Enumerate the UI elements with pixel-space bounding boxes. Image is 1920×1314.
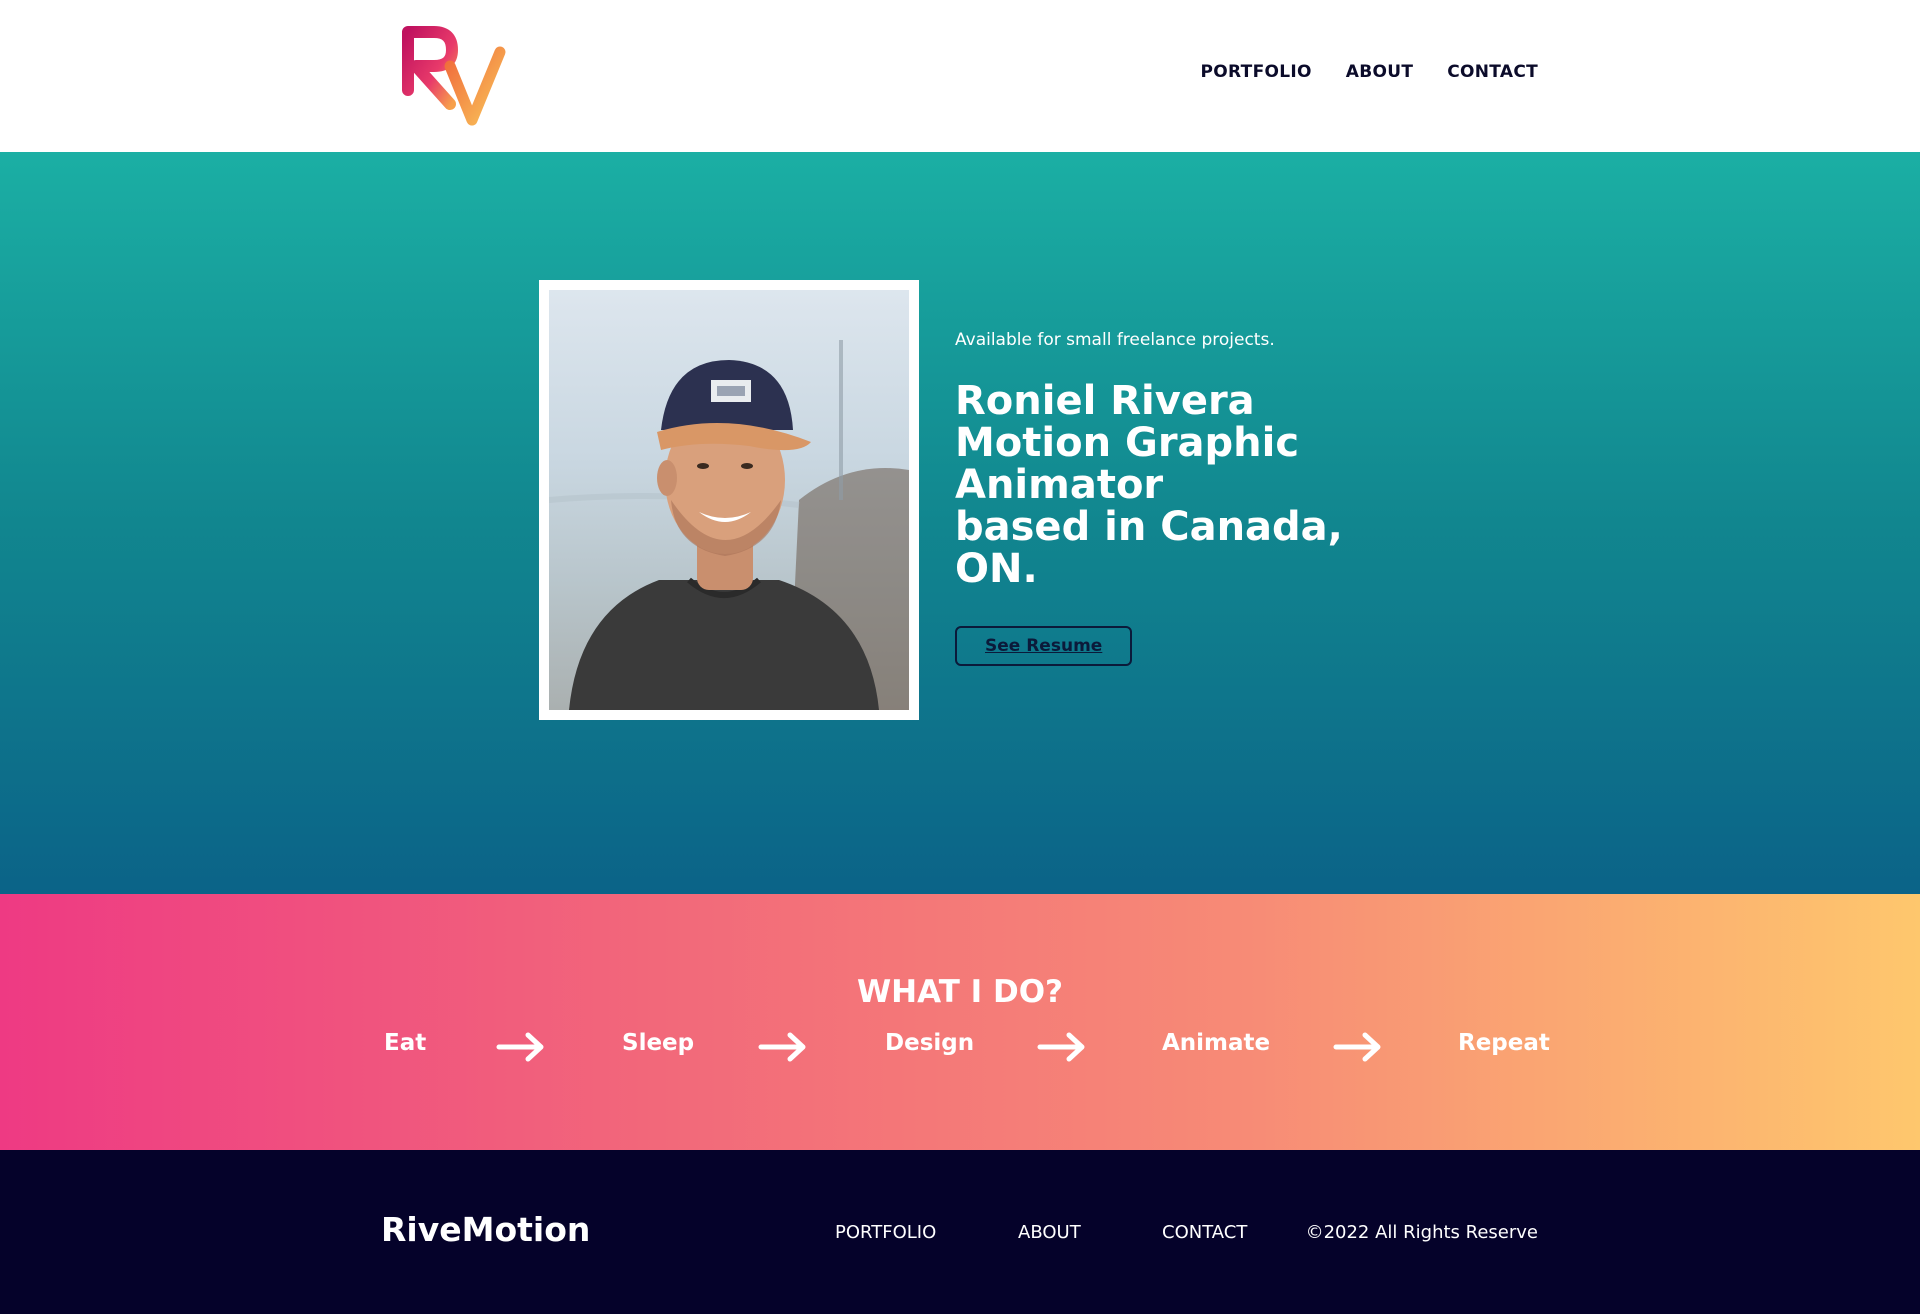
footer-link-contact[interactable]: CONTACT: [1162, 1222, 1247, 1243]
step-design: Design: [885, 1030, 975, 1056]
hero-section: Available for small freelance projects. …: [0, 152, 1920, 894]
headline-line-1: Roniel Rivera: [955, 378, 1255, 424]
what-i-do-title: WHAT I DO?: [856, 974, 1064, 1010]
profile-photo-frame: [539, 280, 919, 720]
site-header: PORTFOLIO ABOUT CONTACT: [0, 0, 1920, 152]
profile-photo: [549, 290, 909, 710]
step-eat: Eat: [384, 1030, 427, 1056]
hero-text: Available for small freelance projects. …: [955, 330, 1375, 666]
arrow-right-icon: [1333, 1032, 1381, 1062]
headline-line-5: ON.: [955, 546, 1038, 592]
arrow-right-icon: [758, 1032, 806, 1062]
nav-portfolio[interactable]: PORTFOLIO: [1201, 62, 1312, 82]
footer-link-about[interactable]: ABOUT: [1018, 1222, 1081, 1243]
headline-line-4: based in Canada,: [955, 504, 1343, 550]
nav-about[interactable]: ABOUT: [1346, 62, 1413, 82]
copyright-text: ©2022 All Rights Reserve: [1305, 1222, 1538, 1243]
nav-contact[interactable]: CONTACT: [1447, 62, 1538, 82]
footer-brand[interactable]: RiveMotion: [381, 1210, 590, 1249]
what-i-do-section: WHAT I DO? Eat Sleep Design Animate Repe…: [0, 894, 1920, 1150]
headline-line-2: Motion Graphic: [955, 420, 1300, 466]
footer-link-portfolio[interactable]: PORTFOLIO: [835, 1222, 936, 1243]
arrow-right-icon: [1037, 1032, 1085, 1062]
main-nav: PORTFOLIO ABOUT CONTACT: [1167, 62, 1538, 82]
step-sleep: Sleep: [622, 1030, 695, 1056]
availability-text: Available for small freelance projects.: [955, 330, 1275, 350]
arrow-right-icon: [496, 1032, 544, 1062]
hero-headline: Roniel Rivera Motion Graphic Animator ba…: [955, 380, 1375, 590]
step-animate: Animate: [1162, 1030, 1271, 1056]
profile-photo-illustration: [549, 340, 909, 710]
step-repeat: Repeat: [1458, 1030, 1550, 1056]
see-resume-button[interactable]: See Resume: [955, 626, 1133, 666]
rv-logo[interactable]: [394, 24, 514, 128]
steps-row: Eat Sleep Design Animate Repeat: [382, 1030, 1550, 1070]
headline-line-3: Animator: [955, 462, 1164, 508]
site-footer: RiveMotion PORTFOLIO ABOUT CONTACT ©2022…: [0, 1150, 1920, 1314]
